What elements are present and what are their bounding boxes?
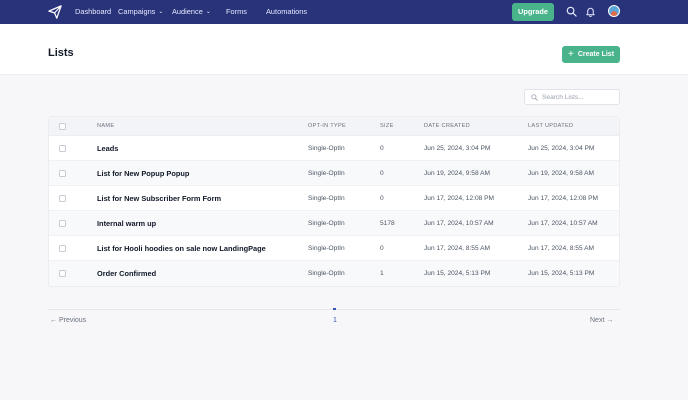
optin-type-cell: Single-OptIn: [308, 270, 345, 277]
nav-campaigns-label: Campaigns: [118, 7, 156, 16]
nav-forms-label: Forms: [226, 7, 247, 16]
page-number-current[interactable]: 1: [333, 317, 337, 324]
last-updated-cell: Jun 19, 2024, 9:58 AM: [528, 170, 594, 177]
lists-table: NAME OPT-IN TYPE SIZE DATE CREATED LAST …: [48, 116, 620, 287]
size-cell: 0: [380, 170, 384, 177]
row-checkbox[interactable]: [59, 245, 66, 252]
create-list-label: Create List: [577, 51, 615, 58]
list-name-link[interactable]: Order Confirmed: [97, 261, 156, 286]
date-created-cell: Jun 17, 2024, 10:57 AM: [424, 220, 494, 227]
list-name-link[interactable]: Leads: [97, 136, 118, 161]
size-cell: 0: [380, 245, 384, 252]
upgrade-button[interactable]: Upgrade: [512, 3, 554, 21]
last-updated-cell: Jun 17, 2024, 12:08 PM: [528, 195, 599, 202]
list-name-link[interactable]: List for Hooli hoodies on sale now Landi…: [97, 236, 266, 261]
size-cell: 0: [380, 145, 384, 152]
table-row[interactable]: Leads Single-OptIn 0 Jun 25, 2024, 3:04 …: [49, 136, 619, 161]
list-name-link[interactable]: List for New Subscriber Form Form: [97, 186, 221, 211]
size-cell: 1: [380, 270, 384, 277]
column-header-date-created[interactable]: DATE CREATED: [424, 117, 470, 136]
optin-type-cell: Single-OptIn: [308, 220, 345, 227]
date-created-cell: Jun 15, 2024, 5:13 PM: [424, 270, 491, 277]
optin-type-cell: Single-OptIn: [308, 195, 345, 202]
last-updated-cell: Jun 15, 2024, 5:13 PM: [528, 270, 595, 277]
table-row[interactable]: List for Hooli hoodies on sale now Landi…: [49, 236, 619, 261]
nav-automations-label: Automations: [266, 7, 308, 16]
search-box: [524, 89, 620, 105]
next-page-link[interactable]: Next →: [590, 317, 613, 324]
paper-plane-logo-icon[interactable]: [48, 4, 62, 20]
optin-type-cell: Single-OptIn: [308, 245, 345, 252]
date-created-cell: Jun 19, 2024, 9:58 AM: [424, 170, 490, 177]
date-created-cell: Jun 25, 2024, 3:04 PM: [424, 145, 491, 152]
list-name-link[interactable]: Internal warm up: [97, 211, 156, 236]
pagination-active-indicator: [333, 308, 336, 310]
avatar[interactable]: [608, 5, 620, 17]
page-title: Lists: [48, 47, 74, 59]
last-updated-cell: Jun 17, 2024, 10:57 AM: [528, 220, 598, 227]
nav-audience[interactable]: Audience ⌄: [172, 0, 211, 24]
nav-campaigns[interactable]: Campaigns ⌄: [118, 0, 163, 24]
row-checkbox[interactable]: [59, 270, 66, 277]
plus-icon: +: [568, 49, 574, 60]
table-row[interactable]: Internal warm up Single-OptIn 5178 Jun 1…: [49, 211, 619, 236]
table-header: NAME OPT-IN TYPE SIZE DATE CREATED LAST …: [49, 117, 619, 136]
create-list-button[interactable]: + Create List: [562, 46, 620, 63]
column-header-optin-type[interactable]: OPT-IN TYPE: [308, 117, 346, 136]
size-cell: 5178: [380, 220, 395, 227]
date-created-cell: Jun 17, 2024, 8:55 AM: [424, 245, 490, 252]
chevron-down-icon: ⌄: [158, 9, 164, 15]
bell-icon[interactable]: [585, 6, 596, 17]
nav-audience-label: Audience: [172, 7, 203, 16]
optin-type-cell: Single-OptIn: [308, 145, 345, 152]
last-updated-cell: Jun 25, 2024, 3:04 PM: [528, 145, 595, 152]
nav-forms[interactable]: Forms: [226, 0, 247, 24]
top-nav: Dashboard Campaigns ⌄ Audience ⌄ Forms Aut…: [0, 0, 688, 24]
search-icon[interactable]: [566, 6, 577, 17]
optin-type-cell: Single-OptIn: [308, 170, 345, 177]
last-updated-cell: Jun 17, 2024, 8:55 AM: [528, 245, 594, 252]
table-row[interactable]: List for New Subscriber Form Form Single…: [49, 186, 619, 211]
size-cell: 0: [380, 195, 384, 202]
nav-automations[interactable]: Automations: [266, 0, 307, 24]
nav-dashboard[interactable]: Dashboard: [75, 0, 111, 24]
column-header-name[interactable]: NAME: [97, 117, 114, 136]
select-all-checkbox[interactable]: [59, 123, 66, 130]
nav-dashboard-label: Dashboard: [75, 7, 112, 16]
row-checkbox[interactable]: [59, 145, 66, 152]
table-row[interactable]: List for New Popup Popup Single-OptIn 0 …: [49, 161, 619, 186]
previous-page-link[interactable]: ← Previous: [50, 317, 86, 324]
column-header-size[interactable]: SIZE: [380, 117, 394, 136]
row-checkbox[interactable]: [59, 220, 66, 227]
row-checkbox[interactable]: [59, 170, 66, 177]
search-input[interactable]: [542, 91, 616, 103]
column-header-last-updated[interactable]: LAST UPDATED: [528, 117, 573, 136]
list-name-link[interactable]: List for New Popup Popup: [97, 161, 189, 186]
search-icon: [531, 94, 538, 101]
row-checkbox[interactable]: [59, 195, 66, 202]
table-row[interactable]: Order Confirmed Single-OptIn 1 Jun 15, 2…: [49, 261, 619, 286]
date-created-cell: Jun 17, 2024, 12:08 PM: [424, 195, 495, 202]
chevron-down-icon: ⌄: [205, 9, 211, 15]
